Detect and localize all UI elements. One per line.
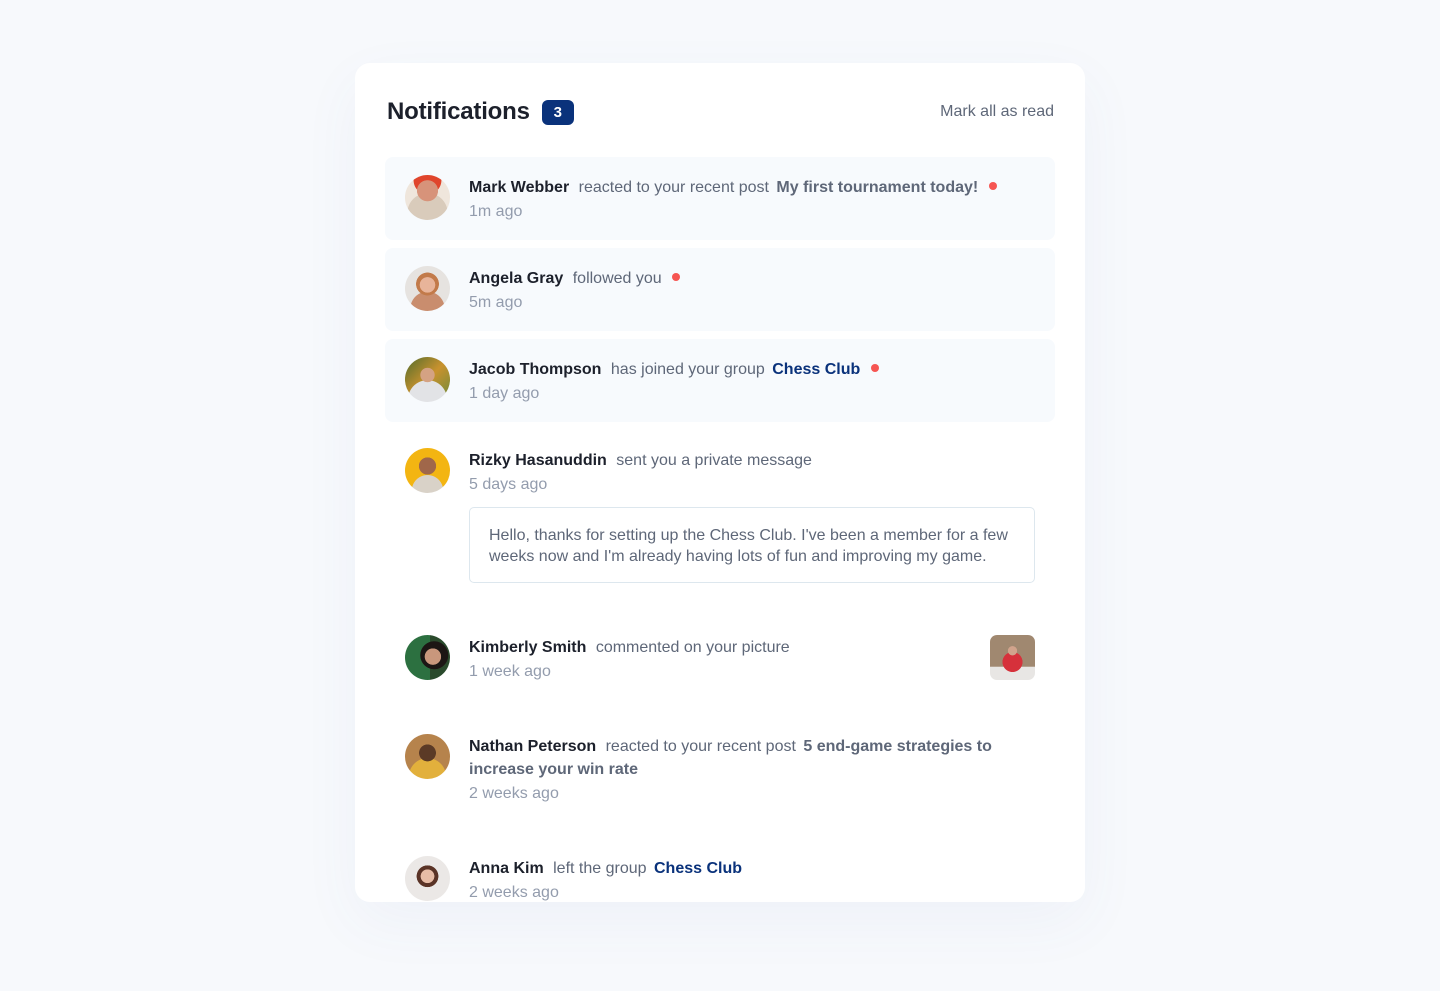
notification-text: Angela Gray followed you xyxy=(469,267,1035,290)
notification-action: reacted to your recent post xyxy=(605,738,796,755)
avatar[interactable] xyxy=(405,357,450,402)
notification-item[interactable]: Kimberly Smith commented on your picture… xyxy=(385,617,1055,708)
notification-item[interactable]: Jacob Thompson has joined your group Che… xyxy=(385,339,1055,422)
notification-item[interactable]: Rizky Hasanuddin sent you a private mess… xyxy=(385,430,1055,609)
avatar[interactable] xyxy=(405,856,450,901)
timestamp: 2 weeks ago xyxy=(469,884,559,901)
chess-picture-image xyxy=(990,635,1035,680)
user-name[interactable]: Anna Kim xyxy=(469,860,544,877)
notification-list: Mark Webber reacted to your recent post … xyxy=(385,157,1055,929)
user-name[interactable]: Jacob Thompson xyxy=(469,361,601,378)
notification-body: Rizky Hasanuddin sent you a private mess… xyxy=(469,448,1035,583)
user-name[interactable]: Nathan Peterson xyxy=(469,738,596,755)
notification-action: sent you a private message xyxy=(616,452,812,469)
notification-text: Kimberly Smith commented on your picture xyxy=(469,636,974,659)
notification-action: followed you xyxy=(572,270,662,287)
notification-action: has joined your group xyxy=(610,361,765,378)
notification-body: Angela Gray followed you 5m ago xyxy=(469,266,1035,313)
page-title: Notifications xyxy=(387,98,530,125)
notification-body: Nathan Peterson reacted to your recent p… xyxy=(469,734,1035,804)
post-link[interactable]: My first tournament today! xyxy=(776,179,978,196)
timestamp: 2 weeks ago xyxy=(469,785,559,802)
user-name[interactable]: Mark Webber xyxy=(469,179,569,196)
notification-action: commented on your picture xyxy=(595,639,790,656)
notification-item[interactable]: Angela Gray followed you 5m ago xyxy=(385,248,1055,331)
notification-text: Mark Webber reacted to your recent post … xyxy=(469,176,1035,199)
notification-body: Mark Webber reacted to your recent post … xyxy=(469,175,1035,222)
notification-text: Anna Kim left the group Chess Club xyxy=(469,857,1035,880)
avatar[interactable] xyxy=(405,734,450,779)
private-message[interactable]: Hello, thanks for setting up the Chess C… xyxy=(469,507,1035,583)
commented-picture-thumbnail[interactable] xyxy=(990,635,1035,680)
avatar[interactable] xyxy=(405,635,450,680)
timestamp: 1 day ago xyxy=(469,385,540,402)
group-link[interactable]: Chess Club xyxy=(772,361,860,378)
timestamp: 5m ago xyxy=(469,294,523,311)
title-group: Notifications 3 xyxy=(387,98,574,126)
unread-dot-icon xyxy=(988,181,997,190)
avatar[interactable] xyxy=(405,175,450,220)
notification-text: Jacob Thompson has joined your group Che… xyxy=(469,358,1035,381)
user-name[interactable]: Angela Gray xyxy=(469,270,563,287)
avatar[interactable] xyxy=(405,448,450,493)
notification-text: Nathan Peterson reacted to your recent p… xyxy=(469,735,1035,781)
unread-dot-icon xyxy=(870,363,879,372)
mark-all-read-button[interactable]: Mark all as read xyxy=(940,103,1054,121)
notification-text: Rizky Hasanuddin sent you a private mess… xyxy=(469,449,1035,472)
unread-dot-icon xyxy=(672,272,681,281)
notifications-card: Notifications 3 Mark all as read Mark We… xyxy=(355,63,1085,902)
notification-body: Kimberly Smith commented on your picture… xyxy=(469,635,974,682)
notification-item[interactable]: Nathan Peterson reacted to your recent p… xyxy=(385,716,1055,830)
notification-body: Anna Kim left the group Chess Club 2 wee… xyxy=(469,856,1035,903)
unread-count-badge: 3 xyxy=(541,99,574,125)
notification-item[interactable]: Anna Kim left the group Chess Club 2 wee… xyxy=(385,838,1055,921)
user-name[interactable]: Rizky Hasanuddin xyxy=(469,452,607,469)
timestamp: 5 days ago xyxy=(469,476,548,493)
timestamp: 1 week ago xyxy=(469,663,551,680)
user-name[interactable]: Kimberly Smith xyxy=(469,639,586,656)
notification-action: left the group xyxy=(553,860,647,877)
notification-body: Jacob Thompson has joined your group Che… xyxy=(469,357,1035,404)
notification-action: reacted to your recent post xyxy=(578,179,769,196)
avatar[interactable] xyxy=(405,266,450,311)
group-link[interactable]: Chess Club xyxy=(654,860,742,877)
timestamp: 1m ago xyxy=(469,203,523,220)
notifications-header: Notifications 3 Mark all as read xyxy=(387,96,1054,128)
notification-item[interactable]: Mark Webber reacted to your recent post … xyxy=(385,157,1055,240)
